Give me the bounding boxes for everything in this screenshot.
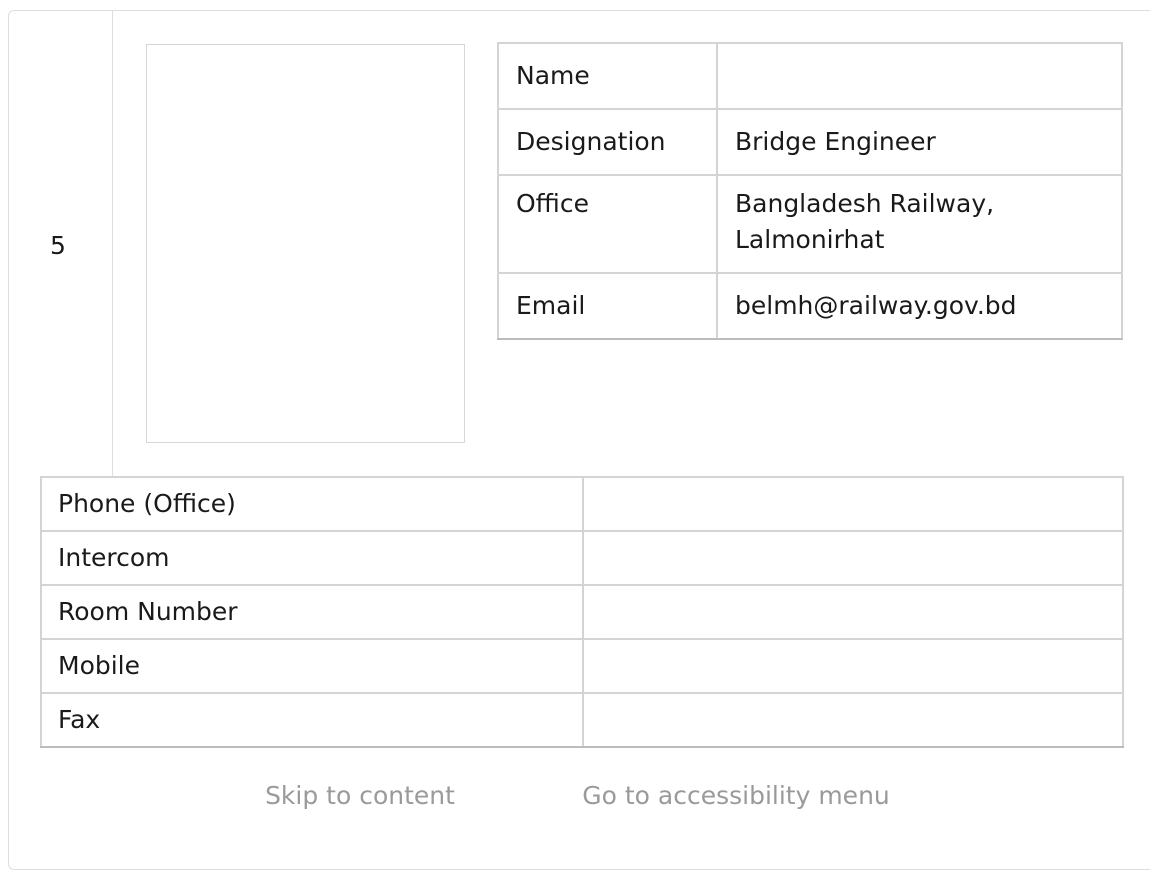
info-label: Office (497, 174, 718, 274)
contact-value (582, 530, 1124, 586)
officer-photo (146, 44, 465, 443)
contact-label: Phone (Office) (40, 476, 584, 532)
contact-row-fax: Fax (40, 692, 1124, 748)
info-value: belmh@railway.gov.bd (716, 272, 1123, 340)
info-row-designation: Designation Bridge Engineer (497, 108, 1123, 176)
info-row-email: Email belmh@railway.gov.bd (497, 272, 1123, 340)
info-row-office: Office Bangladesh Railway, Lalmonirhat (497, 174, 1123, 274)
skip-links-bar: Skip to content Go to accessibility menu (0, 776, 1150, 816)
contact-label: Room Number (40, 584, 584, 640)
contact-row-mobile: Mobile (40, 638, 1124, 694)
contact-table: Phone (Office) Intercom Room Number Mobi… (40, 476, 1124, 748)
info-label: Designation (497, 108, 718, 176)
info-value: Bridge Engineer (716, 108, 1123, 176)
entry-index: 5 (50, 231, 66, 260)
contact-value (582, 638, 1124, 694)
contact-row-phone: Phone (Office) (40, 476, 1124, 532)
contact-label: Mobile (40, 638, 584, 694)
contact-value (582, 692, 1124, 748)
info-label: Name (497, 42, 718, 110)
info-label: Email (497, 272, 718, 340)
contact-label: Intercom (40, 530, 584, 586)
info-value (716, 42, 1123, 110)
contact-row-intercom: Intercom (40, 530, 1124, 586)
contact-value (582, 476, 1124, 532)
info-row-name: Name (497, 42, 1123, 110)
index-column-divider (112, 10, 113, 476)
contact-label: Fax (40, 692, 584, 748)
contact-row-room: Room Number (40, 584, 1124, 640)
info-value: Bangladesh Railway, Lalmonirhat (716, 174, 1123, 274)
accessibility-menu-link[interactable]: Go to accessibility menu (536, 776, 936, 816)
skip-to-content-link[interactable]: Skip to content (224, 776, 496, 816)
officer-info-table: Name Designation Bridge Engineer Office … (497, 42, 1123, 340)
contact-value (582, 584, 1124, 640)
